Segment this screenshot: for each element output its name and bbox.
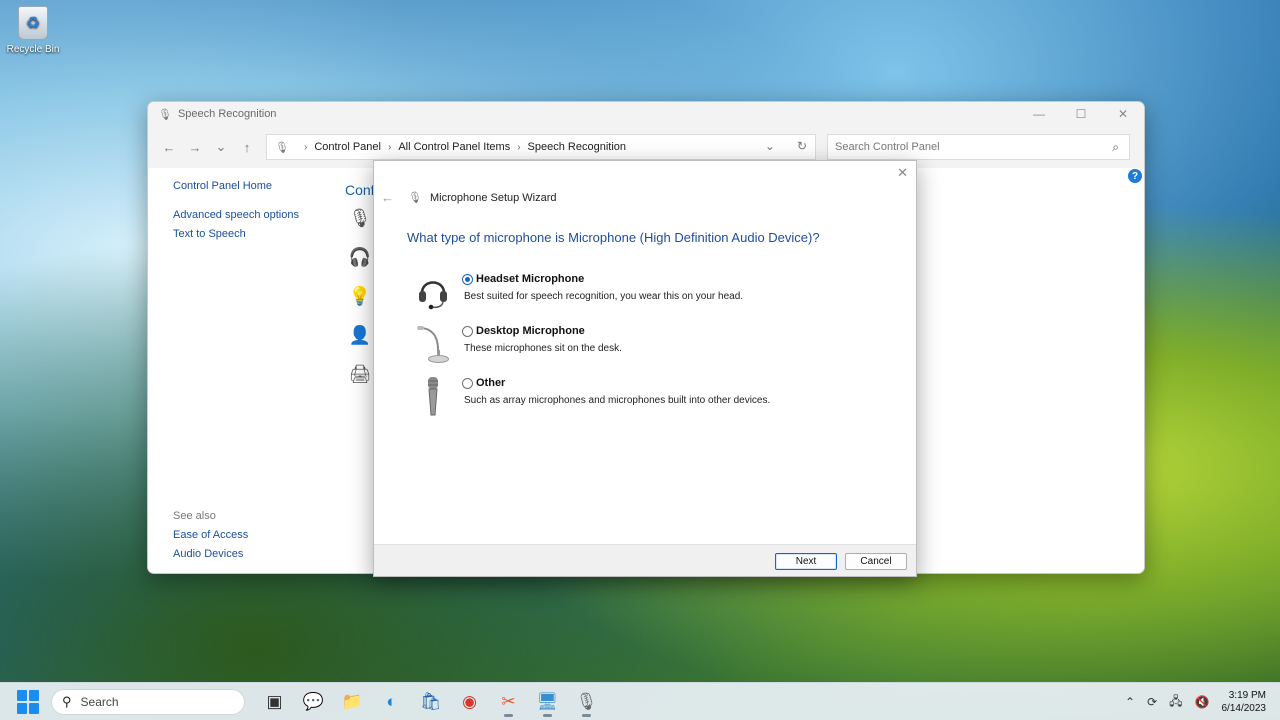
clock[interactable]: 3:19 PM 6/14/2023: [1222, 689, 1267, 715]
option-label: Desktop Microphone: [476, 325, 585, 337]
next-button[interactable]: Next: [775, 553, 837, 570]
microphone-icon[interactable]: 🎙: [348, 208, 372, 234]
recycle-bin[interactable]: ♻ Recycle Bin: [4, 6, 62, 55]
handheld-microphone-icon: [414, 375, 452, 417]
back-button[interactable]: ←: [156, 134, 182, 160]
see-also-audio-devices[interactable]: Audio Devices: [173, 548, 248, 560]
date: 6/14/2023: [1221, 703, 1267, 714]
close-button[interactable]: ✕: [1102, 102, 1144, 126]
option-description: Best suited for speech recognition, you …: [464, 291, 744, 302]
user-icon[interactable]: 👤: [348, 325, 372, 351]
time: 3:19 PM: [1228, 690, 1266, 701]
recent-locations-button[interactable]: ⌄: [208, 134, 234, 160]
store-icon[interactable]: 🛍: [411, 686, 450, 718]
sidebar-text-to-speech[interactable]: Text to Speech: [173, 228, 299, 240]
page-heading: Conf: [345, 182, 375, 198]
radio-desktop-microphone[interactable]: [462, 325, 473, 337]
close-icon[interactable]: ✕: [897, 165, 908, 181]
sync-icon[interactable]: ⟳: [1147, 695, 1157, 709]
wizard-title: Microphone Setup Wizard: [429, 191, 557, 204]
search-control-panel-input[interactable]: Search Control Panel ⌕: [827, 134, 1130, 160]
snipping-tool-icon[interactable]: ✂: [489, 686, 528, 718]
radio-headset-microphone[interactable]: [462, 273, 473, 285]
recycle-bin-label: Recycle Bin: [6, 44, 60, 55]
forward-button[interactable]: →: [182, 134, 208, 160]
see-also-label: See also: [173, 510, 216, 522]
chat-icon[interactable]: 💬: [294, 686, 333, 718]
wizard-footer: Next Cancel: [374, 544, 916, 576]
microphone-icon: 🎙: [158, 108, 172, 121]
address-bar[interactable]: 🎙 › Control Panel › All Control Panel It…: [266, 134, 816, 160]
headset-icon: [414, 271, 452, 313]
chevron-down-icon[interactable]: ⌄: [765, 139, 775, 153]
microphone-icon: 🎙: [408, 192, 422, 204]
microphone-setup-wizard: ✕ ← 🎙 Microphone Setup Wizard What type …: [373, 160, 917, 577]
maximize-button[interactable]: ☐: [1060, 102, 1102, 126]
option-headset-microphone[interactable]: Headset Microphone Best suited for speec…: [414, 271, 743, 313]
option-label: Other: [476, 377, 506, 389]
sidebar: Control Panel Home Advanced speech optio…: [173, 180, 299, 247]
start-button[interactable]: [17, 689, 41, 714]
chevron-right-icon: ›: [303, 141, 308, 153]
lightbulb-icon[interactable]: 💡: [348, 286, 372, 312]
speaker-muted-icon[interactable]: 🔇: [1195, 695, 1210, 709]
option-label: Headset Microphone: [476, 273, 585, 285]
breadcrumb-item[interactable]: Control Panel: [314, 141, 381, 153]
chrome-icon[interactable]: ◉: [450, 686, 489, 718]
file-explorer-icon[interactable]: 📁: [333, 686, 372, 718]
microphone-icon: 🎙: [275, 141, 289, 154]
up-button[interactable]: ↑: [234, 134, 260, 160]
taskbar: ⚲ Search ▣ 💬 📁 ◐ 🛍 ◉ ✂ 🖥 🎙 ⌃ ⟳ 🖧 🔇 3:19 …: [0, 682, 1280, 720]
edge-icon[interactable]: ◐: [372, 686, 411, 718]
windows-logo-icon: [17, 689, 27, 701]
search-icon[interactable]: ⌕: [1112, 140, 1119, 155]
title-bar: 🎙 Speech Recognition — ☐ ✕: [148, 102, 1144, 126]
search-icon: ⚲: [62, 693, 72, 709]
control-panel-icon[interactable]: 🖥: [528, 686, 567, 718]
task-icons: 🎙 🎧 💡 👤 🖨: [348, 208, 372, 403]
system-tray: ⌃ ⟳ 🖧 🔇 3:19 PM 6/14/2023: [1125, 683, 1266, 720]
cancel-button[interactable]: Cancel: [845, 553, 907, 570]
printer-icon[interactable]: 🖨: [348, 364, 372, 390]
taskbar-search[interactable]: ⚲ Search: [51, 688, 245, 715]
wizard-header: ← 🎙 Microphone Setup Wizard: [381, 190, 557, 205]
back-arrow-icon[interactable]: ←: [381, 190, 394, 205]
chevron-right-icon: ›: [387, 141, 392, 153]
network-icon[interactable]: 🖧: [1169, 692, 1182, 713]
option-description: These microphones sit on the desk.: [464, 343, 622, 354]
option-desktop-microphone[interactable]: Desktop Microphone These microphones sit…: [414, 323, 622, 365]
recycle-bin-icon: ♻: [18, 6, 48, 40]
chevron-right-icon: ›: [517, 141, 521, 153]
task-view-icon[interactable]: ▣: [255, 686, 294, 718]
search-placeholder: Search Control Panel: [835, 141, 940, 153]
desktop-microphone-icon: [414, 323, 452, 365]
wizard-question: What type of microphone is Microphone (H…: [407, 230, 820, 245]
window-title: Speech Recognition: [177, 108, 277, 120]
help-icon[interactable]: ?: [1128, 169, 1142, 183]
option-description: Such as array microphones and microphone…: [464, 395, 771, 406]
microphone-icon[interactable]: 🎙: [567, 686, 606, 718]
option-other[interactable]: Other Such as array microphones and micr…: [414, 375, 770, 417]
see-also-ease-of-access[interactable]: Ease of Access: [173, 529, 248, 541]
chevron-up-icon[interactable]: ⌃: [1125, 695, 1135, 709]
breadcrumb-item[interactable]: Speech Recognition: [528, 141, 626, 153]
taskbar-apps: ▣ 💬 📁 ◐ 🛍 ◉ ✂ 🖥 🎙: [255, 686, 606, 718]
breadcrumb-item[interactable]: All Control Panel Items: [398, 141, 510, 153]
refresh-icon[interactable]: ↻: [797, 139, 807, 153]
sidebar-advanced-speech-options[interactable]: Advanced speech options: [173, 209, 299, 221]
radio-other[interactable]: [462, 377, 473, 389]
see-also-section: See also Ease of Access Audio Devices: [173, 510, 248, 567]
headset-icon[interactable]: 🎧: [348, 247, 372, 273]
sidebar-control-panel-home[interactable]: Control Panel Home: [173, 180, 299, 192]
minimize-button[interactable]: —: [1018, 102, 1060, 126]
taskbar-search-label: Search: [80, 694, 119, 709]
